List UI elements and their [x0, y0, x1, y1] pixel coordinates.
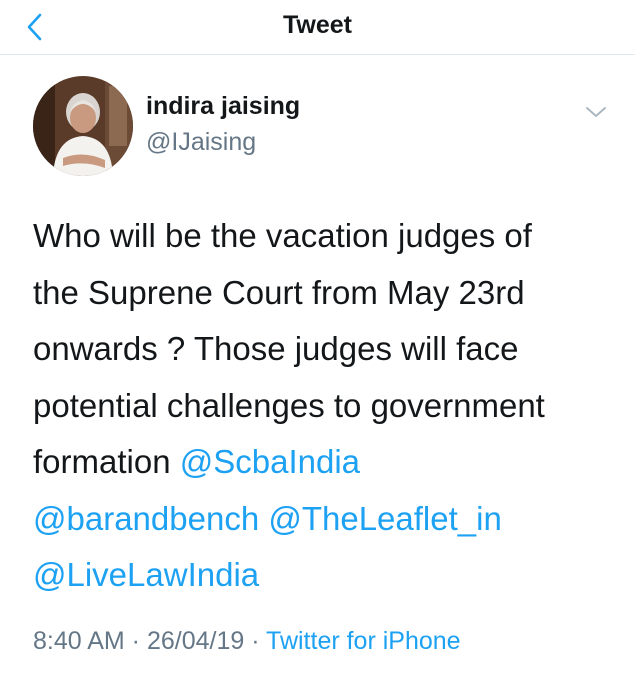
chevron-down-icon	[586, 107, 606, 117]
author-handle[interactable]: @IJaising	[146, 128, 256, 157]
tweet-text-line: onwards ? Those judges will face	[33, 330, 519, 367]
mention-link-barandbench[interactable]: @barandbench	[33, 500, 259, 537]
author-display-name[interactable]: indira jaising	[146, 92, 300, 121]
navigation-bar: Tweet	[0, 0, 635, 55]
tweet-text: Who will be the vacation judges of the S…	[33, 208, 623, 604]
tweet-text-line: @barandbench @TheLeaflet_in	[33, 491, 623, 548]
tweet-metadata: 8:40 AM · 26/04/19 · Twitter for iPhone	[33, 627, 461, 656]
tweet-options-button[interactable]	[583, 102, 609, 122]
tweet-text-line: the Suprene Court from May 23rd	[33, 273, 525, 311]
avatar[interactable]	[33, 76, 133, 176]
tweet-text-line: @LiveLawIndia	[33, 547, 623, 604]
tweet-text-line: Who will be the vacation judges of	[33, 217, 532, 254]
tweet-date: 26/04/19	[146, 627, 245, 655]
meta-separator: ·	[124, 627, 147, 655]
tweet-time: 8:40 AM	[33, 627, 125, 655]
mention-link-scbaindia[interactable]: @ScbaIndia	[180, 443, 360, 480]
mention-link-theleaflet[interactable]: @TheLeaflet_in	[268, 500, 501, 537]
tweet-source-link[interactable]: Twitter for iPhone	[266, 627, 461, 655]
tweet-text-fragment: formation	[33, 443, 180, 480]
mention-link-livelawindia[interactable]: @LiveLawIndia	[33, 556, 259, 593]
tweet-text-line: potential challenges to government	[33, 386, 545, 424]
profile-photo	[33, 76, 133, 176]
page-title: Tweet	[283, 11, 352, 39]
tweet-text-line: formation @ScbaIndia	[33, 434, 623, 491]
meta-separator: ·	[244, 627, 267, 655]
